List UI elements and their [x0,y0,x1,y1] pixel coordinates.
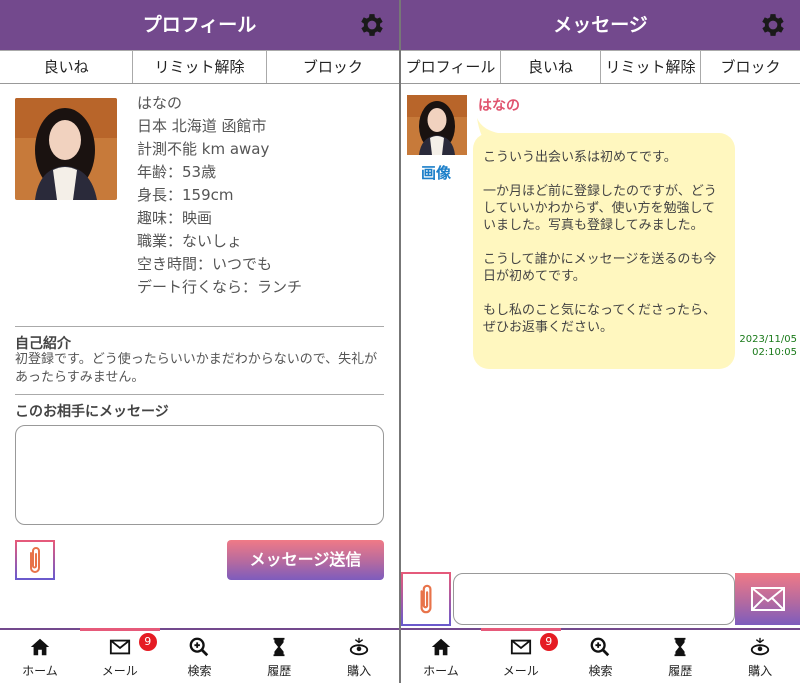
avatar[interactable] [407,95,467,155]
timestamp-time: 02:10:05 [752,347,797,358]
nav-purchase[interactable]: 購入 [319,630,399,683]
message-paragraph: 一か月ほど前に登録したのですが、どうしていいかわからず、使い方を勉強していました… [483,184,717,233]
paperclip-icon [420,584,432,614]
nav-mail[interactable]: 9 メール [481,630,561,683]
message-title: このお相手にメッセージ [15,404,169,420]
bottom-nav: ホーム 9 メール 検索 履歴 購入 [401,628,800,683]
profile-job: 職業：ないしょ [137,232,243,250]
send-button[interactable] [735,573,800,625]
gear-icon[interactable] [357,10,387,40]
message-header: メッセージ [401,0,800,50]
tab-block[interactable]: ブロック [266,50,399,83]
profile-name: はなの [137,94,183,112]
intro-title: 自己紹介 [15,336,71,352]
message-paragraph: こうして誰かにメッセージを送るのも今日が初めてです。 [483,252,717,284]
profile-age: 年齢：53歳 [137,163,217,181]
intro-text: 初登録です。どう使ったらいいかまだわからないので、失礼があったらすみません。 [15,352,378,385]
mail-badge: 9 [138,633,157,651]
profile-photo[interactable] [15,98,117,200]
timestamp-date: 2023/11/05 [739,334,797,345]
nav-label: 検索 [187,664,212,678]
attach-button[interactable] [401,572,451,626]
nav-label: 購入 [748,664,773,678]
nav-label: 購入 [347,664,372,678]
message-input[interactable] [15,425,384,525]
nav-purchase[interactable]: 購入 [720,630,800,683]
profile-info: はなの 日本 北海道 函館市 計測不能 km away 年齢：53歳 身長：15… [137,92,302,299]
mail-badge: 9 [539,633,558,651]
profile-height: 身長：159cm [137,186,234,204]
purchase-icon [750,637,770,656]
gear-icon[interactable] [758,10,788,40]
nav-label: メール [502,664,539,678]
tab-profile[interactable]: プロフィール [401,50,501,83]
hourglass-icon [273,637,285,657]
nav-mail[interactable]: 9 メール [80,630,160,683]
nav-label: ホーム [22,664,58,678]
page-title: メッセージ [553,14,648,36]
hourglass-icon [674,637,686,657]
message-timestamp: 2023/11/05 02:10:05 [739,333,797,359]
profile-header: プロフィール [0,0,399,50]
message-paragraph: もし私のこと気になってくださったら、ぜひお返事ください。 [483,303,716,335]
image-link[interactable]: 画像 [421,162,451,183]
nav-label: ホーム [423,664,459,678]
tab-limit-release[interactable]: リミット解除 [601,50,701,83]
nav-history[interactable]: 履歴 [640,630,720,683]
nav-history[interactable]: 履歴 [239,630,319,683]
tab-like[interactable]: 良いね [501,50,601,83]
nav-label: 履歴 [267,664,292,678]
message-screen: メッセージ プロフィール 良いね リミット解除 ブロック 画像 はなの こういう… [401,0,800,683]
profile-date: デート行くなら：ランチ [137,278,303,296]
home-icon [30,638,50,656]
profile-free-time: 空き時間：いつでも [137,255,273,273]
chat-input[interactable] [453,573,735,625]
profile-hobby: 趣味：映画 [137,209,213,227]
nav-search[interactable]: 検索 [160,630,240,683]
profile-distance: 計測不能 km away [137,140,270,158]
mail-icon [510,639,531,655]
tab-limit-release[interactable]: リミット解除 [133,50,267,83]
profile-screen: プロフィール 良いね リミット解除 ブロック はなの 日本 北海道 函館市 計測 [0,0,399,683]
nav-home[interactable]: ホーム [401,630,481,683]
bottom-nav: ホーム 9 メール 検索 履歴 購入 [0,628,399,683]
nav-home[interactable]: ホーム [0,630,80,683]
divider [15,326,384,327]
nav-label: 履歴 [668,664,693,678]
envelope-icon [750,587,785,611]
sender-name: はなの [478,98,520,114]
divider [15,394,384,395]
message-bubble: こういう出会い系は初めてです。 一か月ほど前に登録したのですが、どうしていいかわ… [473,133,735,369]
page-title: プロフィール [142,14,257,36]
search-icon [591,637,610,657]
nav-search[interactable]: 検索 [561,630,641,683]
send-message-button[interactable]: メッセージ送信 [227,540,384,580]
profile-location: 日本 北海道 函館市 [137,117,267,135]
home-icon [431,638,451,656]
tab-block[interactable]: ブロック [701,50,800,83]
message-tabs: プロフィール 良いね リミット解除 ブロック [401,50,800,84]
nav-label: 検索 [588,664,613,678]
search-icon [190,637,209,657]
app-screens: プロフィール 良いね リミット解除 ブロック はなの 日本 北海道 函館市 計測 [0,0,800,683]
mail-icon [109,639,130,655]
message-paragraph: こういう出会い系は初めてです。 [483,150,677,165]
nav-label: メール [101,664,138,678]
tab-like[interactable]: 良いね [0,50,134,83]
paperclip-icon [30,547,40,573]
profile-tabs: 良いね リミット解除 ブロック [0,50,399,84]
purchase-icon [349,637,369,656]
attach-button[interactable] [15,540,55,580]
